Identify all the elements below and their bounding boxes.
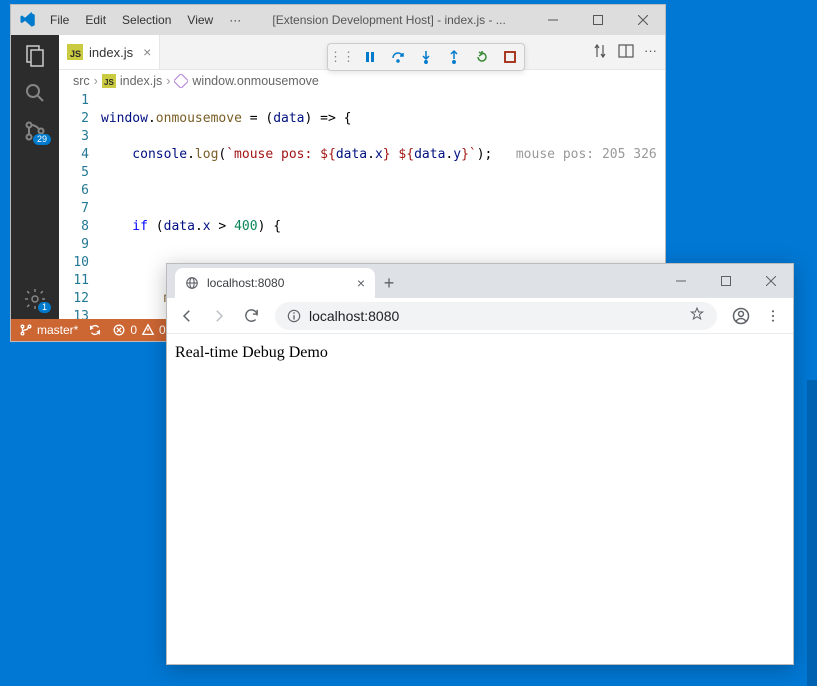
chrome-window: localhost:8080 × + localhost:8080 Real-t… (166, 263, 794, 665)
error-icon (112, 323, 126, 337)
chrome-maximize-button[interactable] (703, 264, 748, 298)
chrome-tab-title: localhost:8080 (207, 276, 284, 290)
settings-badge: 1 (38, 302, 51, 313)
js-file-icon: JS (67, 44, 83, 60)
settings-gear-icon[interactable]: 1 (23, 287, 47, 311)
tab-close-icon[interactable]: × (143, 44, 151, 60)
chrome-omnibox[interactable]: localhost:8080 (275, 302, 717, 330)
menu-edit[interactable]: Edit (78, 9, 113, 31)
chrome-new-tab-button[interactable]: + (375, 268, 403, 298)
breadcrumb[interactable]: src › JS index.js › window.onmousemove (59, 70, 665, 92)
scm-badge: 29 (33, 134, 51, 145)
vscode-menu: File Edit Selection View ··· (43, 9, 248, 31)
chrome-page-content: Real-time Debug Demo (167, 334, 793, 664)
split-editor-icon[interactable] (618, 43, 634, 62)
debug-step-into-button[interactable] (418, 49, 434, 65)
status-branch[interactable]: master* (19, 323, 78, 337)
debug-restart-button[interactable] (474, 49, 490, 65)
page-heading: Real-time Debug Demo (175, 344, 328, 361)
menu-selection[interactable]: Selection (115, 9, 178, 31)
breadcrumb-src[interactable]: src (73, 74, 90, 88)
line-gutter: 12345678910111213 (59, 92, 101, 319)
js-file-icon: JS (102, 74, 116, 88)
inline-debug-value: mouse pos: 205 326 (492, 147, 656, 162)
chrome-close-button[interactable] (748, 264, 793, 298)
tab-index-js[interactable]: JS index.js × (59, 35, 160, 69)
tab-label: index.js (89, 45, 133, 60)
chrome-url: localhost:8080 (309, 308, 399, 324)
explorer-icon[interactable] (23, 43, 47, 67)
vscode-maximize-button[interactable] (575, 5, 620, 35)
breadcrumb-symbol[interactable]: window.onmousemove (192, 74, 318, 88)
chrome-reload-button[interactable] (237, 302, 265, 330)
vscode-logo-icon (19, 11, 37, 29)
menu-more[interactable]: ··· (222, 9, 248, 31)
menu-file[interactable]: File (43, 9, 76, 31)
chrome-tabstrip: localhost:8080 × + (167, 264, 793, 298)
scm-icon[interactable]: 29 (23, 119, 47, 143)
warning-icon (141, 323, 155, 337)
sync-icon (88, 323, 102, 337)
vscode-minimize-button[interactable] (530, 5, 575, 35)
chrome-profile-icon[interactable] (727, 302, 755, 330)
search-icon[interactable] (23, 81, 47, 105)
git-branch-icon (19, 323, 33, 337)
vscode-titlebar[interactable]: File Edit Selection View ··· [Extension … (11, 5, 665, 35)
chrome-tab-close-icon[interactable]: × (357, 275, 365, 291)
site-info-icon[interactable] (287, 309, 301, 323)
editor-more-icon[interactable]: ··· (644, 43, 657, 62)
chrome-menu-icon[interactable] (759, 302, 787, 330)
taskbar-edge (807, 380, 817, 686)
status-sync[interactable] (88, 323, 102, 337)
debug-pause-button[interactable] (362, 49, 378, 65)
menu-view[interactable]: View (180, 9, 220, 31)
debug-drag-handle-icon[interactable]: ⋮⋮ (334, 49, 350, 65)
debug-step-out-button[interactable] (446, 49, 462, 65)
chrome-forward-button[interactable] (205, 302, 233, 330)
status-problems[interactable]: 0 0 (112, 323, 165, 337)
vscode-window-title: [Extension Development Host] - index.js … (248, 13, 530, 27)
chrome-toolbar: localhost:8080 (167, 298, 793, 334)
chrome-minimize-button[interactable] (658, 264, 703, 298)
vscode-close-button[interactable] (620, 5, 665, 35)
breadcrumb-file[interactable]: index.js (120, 74, 162, 88)
globe-icon (185, 276, 199, 290)
bookmark-star-icon[interactable] (689, 306, 705, 325)
debug-stop-button[interactable] (502, 49, 518, 65)
debug-step-over-button[interactable] (390, 49, 406, 65)
activity-bar: 29 1 (11, 35, 59, 319)
symbol-method-icon (174, 74, 188, 88)
chrome-tab[interactable]: localhost:8080 × (175, 268, 375, 298)
compare-changes-icon[interactable] (592, 43, 608, 62)
chrome-back-button[interactable] (173, 302, 201, 330)
debug-toolbar[interactable]: ⋮⋮ (327, 43, 525, 71)
